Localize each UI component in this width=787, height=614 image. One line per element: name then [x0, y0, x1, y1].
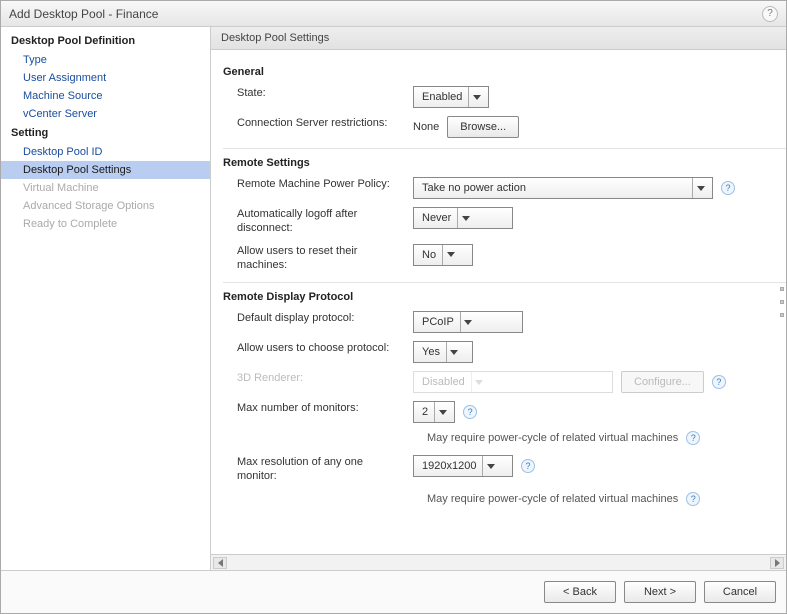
- back-button[interactable]: < Back: [544, 581, 616, 603]
- dialog-footer: < Back Next > Cancel: [1, 570, 786, 613]
- max-res-value: 1920x1200: [422, 460, 476, 472]
- scroll-right-icon[interactable]: [770, 557, 784, 569]
- restrictions-label: Connection Server restrictions:: [223, 116, 413, 130]
- auto-logoff-dropdown[interactable]: Never: [413, 207, 513, 229]
- cancel-button[interactable]: Cancel: [704, 581, 776, 603]
- renderer-value: Disabled: [422, 376, 465, 388]
- monitors-hint-row: May require power-cycle of related virtu…: [223, 427, 786, 451]
- chevron-down-icon: [442, 245, 458, 265]
- chevron-down-icon: [434, 402, 450, 422]
- allow-reset-dropdown[interactable]: No: [413, 244, 473, 266]
- chevron-down-icon: [460, 312, 476, 332]
- help-icon[interactable]: ?: [712, 375, 726, 389]
- sidebar-item-vcenter-server[interactable]: vCenter Server: [1, 105, 210, 123]
- choose-proto-label: Allow users to choose protocol:: [223, 341, 413, 355]
- default-proto-value: PCoIP: [422, 316, 454, 328]
- titlebar: Add Desktop Pool - Finance ?: [1, 1, 786, 27]
- divider: [223, 148, 786, 149]
- section-remote-display: Remote Display Protocol: [223, 285, 786, 307]
- chevron-down-icon: [446, 342, 462, 362]
- section-remote-settings: Remote Settings: [223, 151, 786, 173]
- state-label: State:: [223, 86, 413, 100]
- section-general: General: [223, 60, 786, 82]
- chevron-down-icon: [468, 87, 484, 107]
- chevron-down-icon: [692, 178, 708, 198]
- sidebar-item-ready-complete: Ready to Complete: [1, 215, 210, 233]
- state-dropdown[interactable]: Enabled: [413, 86, 489, 108]
- help-icon[interactable]: ?: [762, 6, 778, 22]
- max-res-label: Max resolution of any one monitor:: [223, 455, 413, 484]
- help-icon[interactable]: ?: [686, 492, 700, 506]
- restrictions-value: None: [413, 121, 439, 133]
- max-monitors-label: Max number of monitors:: [223, 401, 413, 415]
- allow-reset-label: Allow users to reset their machines:: [223, 244, 413, 273]
- renderer-dropdown: Disabled: [413, 371, 613, 393]
- state-value: Enabled: [422, 91, 462, 103]
- renderer-label: 3D Renderer:: [223, 371, 413, 385]
- auto-logoff-value: Never: [422, 212, 451, 224]
- sidebar-heading-setting: Setting: [1, 123, 210, 143]
- sidebar-item-type[interactable]: Type: [1, 51, 210, 69]
- max-monitors-value: 2: [422, 406, 428, 418]
- sidebar-item-pool-settings[interactable]: Desktop Pool Settings: [1, 161, 210, 179]
- maxres-hint-row: May require power-cycle of related virtu…: [223, 488, 786, 512]
- sidebar-heading-definition: Desktop Pool Definition: [1, 31, 210, 51]
- browse-button[interactable]: Browse...: [447, 116, 519, 138]
- allow-reset-value: No: [422, 249, 436, 261]
- resize-grip[interactable]: [780, 287, 786, 317]
- default-proto-label: Default display protocol:: [223, 311, 413, 325]
- monitors-hint: May require power-cycle of related virtu…: [427, 432, 678, 444]
- chevron-down-icon: [482, 456, 498, 476]
- max-res-dropdown[interactable]: 1920x1200: [413, 455, 513, 477]
- sidebar-item-machine-source[interactable]: Machine Source: [1, 87, 210, 105]
- power-policy-label: Remote Machine Power Policy:: [223, 177, 413, 191]
- configure-button: Configure...: [621, 371, 704, 393]
- help-icon[interactable]: ?: [686, 431, 700, 445]
- choose-proto-value: Yes: [422, 346, 440, 358]
- main-panel: Desktop Pool Settings General State: Ena…: [211, 27, 786, 570]
- power-policy-dropdown[interactable]: Take no power action: [413, 177, 713, 199]
- help-icon[interactable]: ?: [721, 181, 735, 195]
- power-policy-value: Take no power action: [422, 182, 526, 194]
- horizontal-scrollbar[interactable]: [211, 554, 786, 570]
- dialog-body: Desktop Pool Definition Type User Assign…: [1, 27, 786, 570]
- sidebar-item-virtual-machine: Virtual Machine: [1, 179, 210, 197]
- divider: [223, 282, 786, 283]
- help-icon[interactable]: ?: [521, 459, 535, 473]
- scroll-left-icon[interactable]: [213, 557, 227, 569]
- sidebar-item-pool-id[interactable]: Desktop Pool ID: [1, 143, 210, 161]
- sidebar-item-adv-storage: Advanced Storage Options: [1, 197, 210, 215]
- help-icon[interactable]: ?: [463, 405, 477, 419]
- default-proto-dropdown[interactable]: PCoIP: [413, 311, 523, 333]
- max-monitors-dropdown[interactable]: 2: [413, 401, 455, 423]
- chevron-down-icon: [457, 208, 473, 228]
- choose-proto-dropdown[interactable]: Yes: [413, 341, 473, 363]
- panel-title: Desktop Pool Settings: [211, 27, 786, 50]
- settings-content: General State: Enabled Connection Server…: [211, 50, 786, 554]
- dialog-window: Add Desktop Pool - Finance ? Desktop Poo…: [0, 0, 787, 614]
- chevron-down-icon: [471, 372, 487, 392]
- auto-logoff-label: Automatically logoff after disconnect:: [223, 207, 413, 236]
- next-button[interactable]: Next >: [624, 581, 696, 603]
- wizard-sidebar: Desktop Pool Definition Type User Assign…: [1, 27, 211, 570]
- window-title: Add Desktop Pool - Finance: [9, 7, 158, 21]
- sidebar-item-user-assignment[interactable]: User Assignment: [1, 69, 210, 87]
- maxres-hint: May require power-cycle of related virtu…: [427, 493, 678, 505]
